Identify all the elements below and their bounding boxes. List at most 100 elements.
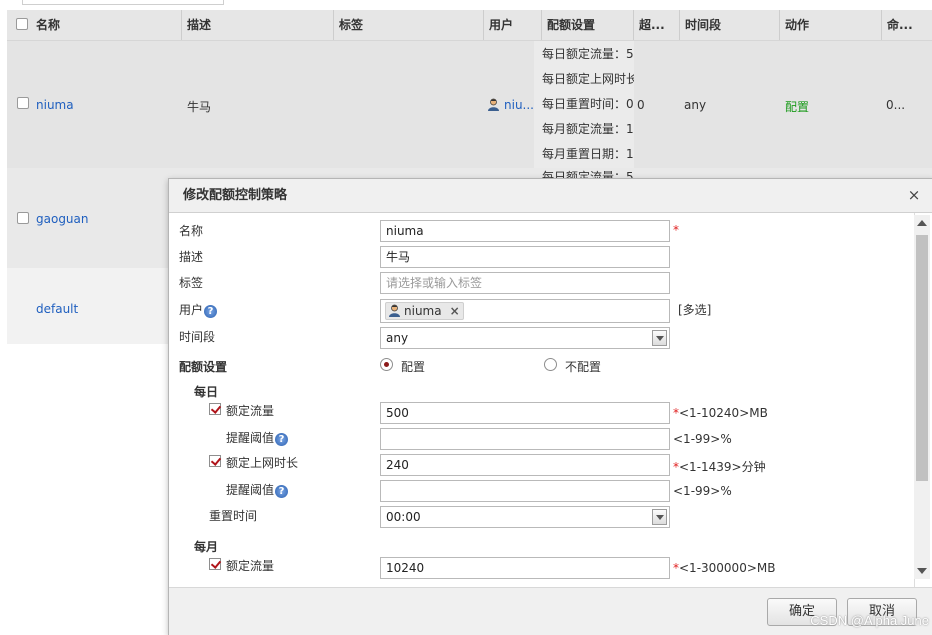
user-label-text: 用户	[179, 303, 204, 317]
toolbar-strip	[0, 0, 932, 10]
watermark: CSDN @Alpha June	[810, 613, 929, 628]
chevron-down-icon[interactable]	[652, 509, 667, 525]
multi-select-link[interactable]: [多选]	[678, 301, 711, 318]
quota-line: 每日额定流量：50	[542, 47, 634, 61]
col-tags[interactable]: 标签	[333, 10, 483, 40]
quota-setting-label: 配额设置	[179, 360, 228, 374]
quota-line: 每日额定流量：5	[542, 170, 634, 178]
daily-alert2-label: 提醒阈值?	[226, 481, 289, 498]
daily-section-title: 每日	[194, 385, 219, 399]
dialog-footer: 确定 取消 CSDN @Alpha June	[169, 587, 932, 635]
name-input[interactable]: niuma	[380, 220, 670, 242]
user-label: 用户?	[179, 301, 218, 318]
user-select[interactable]: niuma ×	[380, 299, 670, 323]
quota-line: 每日重置时间：00	[542, 97, 634, 111]
edit-quota-policy-dialog: 修改配额控制策略 × 名称 niuma * 描述 牛马 标签 请选择或输入标签 …	[168, 178, 932, 635]
daily-traffic-hint-text: <1-10240>MB	[679, 406, 768, 420]
radio-configure-label[interactable]: 配置	[401, 358, 425, 375]
toolbar-input[interactable]	[22, 0, 224, 5]
user-tag: niuma ×	[385, 302, 464, 320]
daily-alert1-label-text: 提醒阈值	[226, 431, 275, 445]
user-icon	[488, 98, 499, 111]
row-action[interactable]: 配置	[785, 98, 809, 115]
row-user[interactable]: niu...	[487, 98, 537, 112]
row-name-link[interactable]: niuma	[36, 98, 74, 112]
col-user[interactable]: 用户	[483, 10, 541, 40]
help-icon[interactable]: ?	[204, 305, 218, 318]
col-exceed[interactable]: 超...	[633, 10, 679, 40]
daily-traffic-hint: *<1-10240>MB	[673, 406, 768, 420]
daily-alert1-hint: <1-99>%	[673, 432, 732, 446]
daily-reset-label: 重置时间	[209, 509, 258, 523]
select-all-checkbox[interactable]	[16, 18, 28, 30]
required-mark: *	[673, 223, 679, 237]
daily-reset-value: 00:00	[386, 510, 421, 524]
remove-tag-icon[interactable]: ×	[450, 304, 460, 318]
row-checkbox[interactable]	[17, 97, 29, 109]
dialog-header: 修改配额控制策略 ×	[169, 179, 932, 213]
col-action[interactable]: 动作	[779, 10, 881, 40]
daily-time-hint-text: <1-1439>分钟	[679, 460, 766, 474]
period-label: 时间段	[179, 330, 216, 344]
row-name-link[interactable]: default	[36, 302, 78, 316]
name-label: 名称	[179, 224, 204, 238]
daily-alert1-label: 提醒阈值?	[226, 429, 289, 446]
period-value: any	[386, 331, 409, 345]
daily-time-label: 额定上网时长	[226, 456, 299, 470]
scroll-up-icon[interactable]	[917, 220, 927, 226]
scroll-thumb[interactable]	[916, 235, 928, 481]
dialog-scrollbar[interactable]	[914, 215, 930, 579]
radio-not-configure[interactable]	[544, 358, 557, 371]
quota-line: 每月额定流量：10	[542, 122, 634, 136]
quota-line: 每日额定上网时长	[542, 72, 634, 86]
daily-alert1-input[interactable]	[380, 428, 670, 450]
table-row[interactable]: niuma 牛马 niu... 每日额定流量：50 每日额定上网时长 每日重置时…	[7, 41, 932, 168]
tags-label: 标签	[179, 276, 204, 290]
row-description: 牛马	[187, 100, 212, 114]
description-input[interactable]: 牛马	[380, 246, 670, 268]
radio-configure[interactable]	[380, 358, 393, 371]
radio-not-configure-label[interactable]: 不配置	[565, 358, 601, 375]
daily-alert2-hint: <1-99>%	[673, 484, 732, 498]
daily-alert2-input[interactable]	[380, 480, 670, 502]
row-quota-cell: 每日额定流量：50 每日额定上网时长 每日重置时间：00 每月额定流量：10 每…	[534, 41, 634, 168]
row-hits: 0...	[886, 98, 906, 112]
tags-input[interactable]: 请选择或输入标签	[380, 272, 670, 294]
monthly-section-title: 每月	[194, 540, 219, 554]
monthly-traffic-hint: *<1-300000>MB	[673, 561, 776, 575]
daily-time-checkbox[interactable]	[209, 455, 221, 467]
dialog-body: 名称 niuma * 描述 牛马 标签 请选择或输入标签 用户? niuma × …	[172, 213, 915, 587]
col-name[interactable]: 名称	[31, 10, 181, 40]
description-label: 描述	[179, 250, 204, 264]
row-user-label: niu...	[504, 98, 534, 112]
monthly-traffic-input[interactable]: 10240	[380, 557, 670, 579]
period-select[interactable]: any	[380, 327, 670, 349]
row-checkbox[interactable]	[17, 212, 29, 224]
close-icon[interactable]: ×	[905, 186, 923, 204]
row-name-link[interactable]: gaoguan	[36, 212, 89, 226]
daily-alert2-label-text: 提醒阈值	[226, 483, 275, 497]
col-hits[interactable]: 命...	[881, 10, 915, 40]
scroll-down-icon[interactable]	[917, 568, 927, 574]
daily-reset-select[interactable]: 00:00	[380, 506, 670, 528]
monthly-traffic-checkbox[interactable]	[209, 558, 221, 570]
col-quota[interactable]: 配额设置	[541, 10, 633, 40]
user-icon	[389, 304, 400, 317]
daily-time-hint: *<1-1439>分钟	[673, 460, 766, 474]
help-icon[interactable]: ?	[275, 485, 289, 498]
quota-line: 每月重置日期：1	[542, 147, 634, 161]
monthly-traffic-hint-text: <1-300000>MB	[679, 561, 776, 575]
dialog-title: 修改配额控制策略	[183, 188, 288, 203]
help-icon[interactable]: ?	[275, 433, 289, 446]
daily-traffic-label: 额定流量	[226, 404, 275, 418]
daily-traffic-checkbox[interactable]	[209, 403, 221, 415]
daily-traffic-input[interactable]: 500	[380, 402, 670, 424]
daily-time-input[interactable]: 240	[380, 454, 670, 476]
row-exceed: 0	[637, 98, 645, 112]
monthly-traffic-label: 额定流量	[226, 559, 275, 573]
chevron-down-icon[interactable]	[652, 330, 667, 346]
table-header: 名称 描述 标签 用户 配额设置 超... 时间段 动作 命...	[7, 10, 932, 41]
col-period[interactable]: 时间段	[679, 10, 779, 40]
col-description[interactable]: 描述	[181, 10, 333, 40]
row-period: any	[684, 98, 707, 112]
